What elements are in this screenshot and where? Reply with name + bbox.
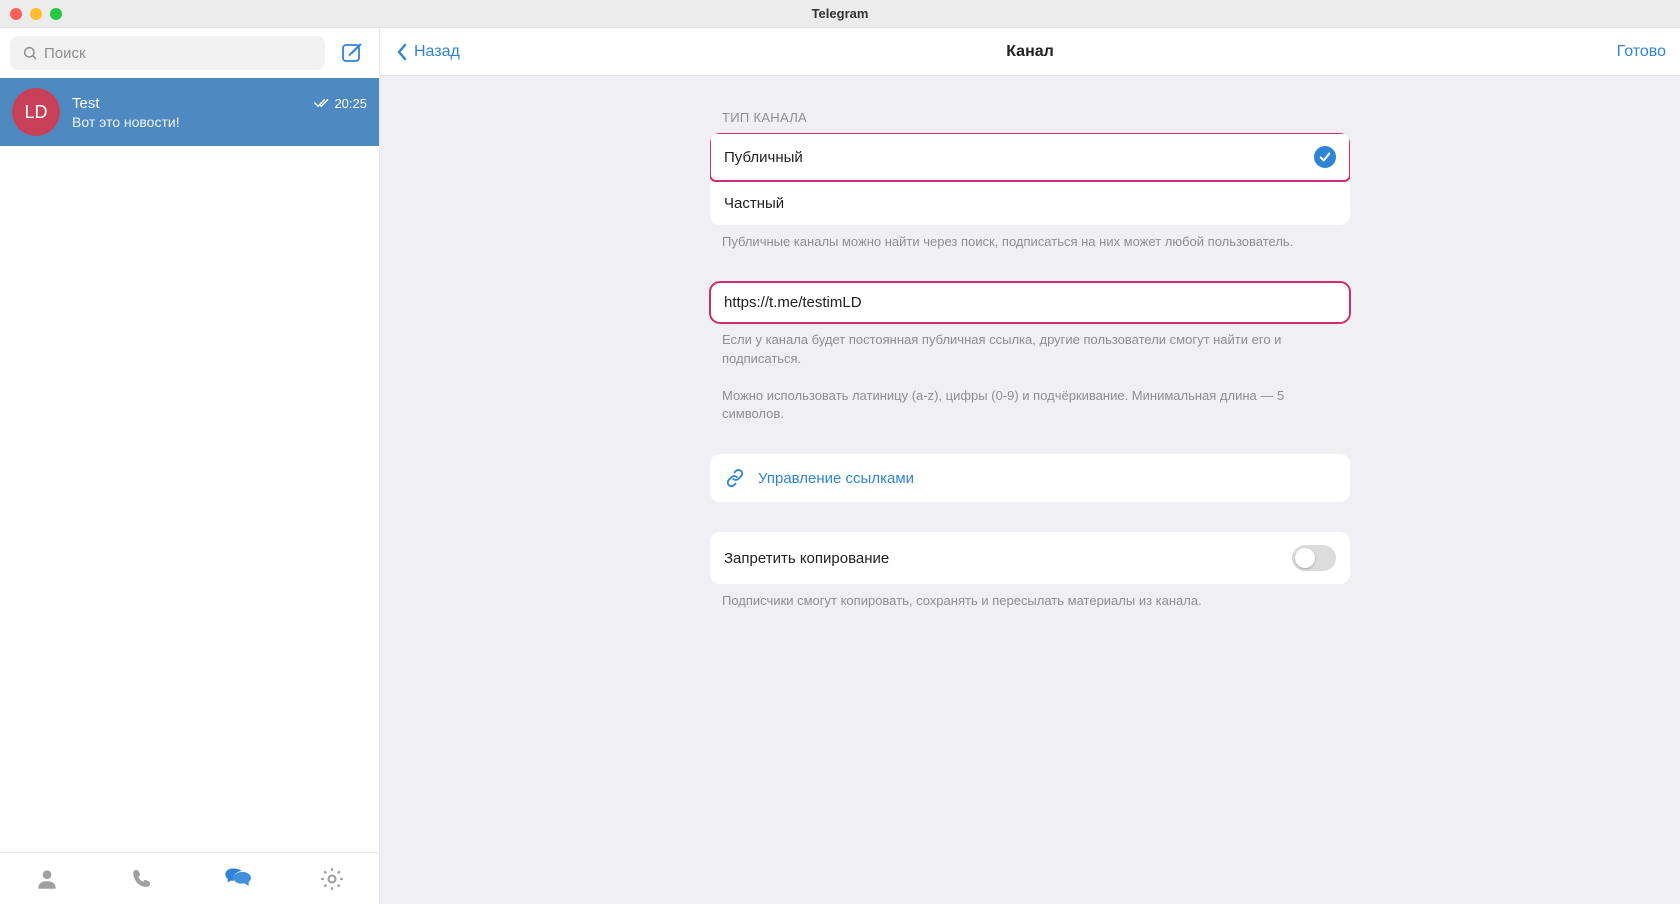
chat-body: Test 20:25 Вот это новости! (72, 95, 367, 130)
search-input[interactable] (44, 45, 313, 62)
option-public[interactable]: Публичный (710, 133, 1350, 181)
traffic-lights (0, 8, 62, 20)
close-window-button[interactable] (10, 8, 22, 20)
app-root: LD Test 20:25 Вот это новости! (0, 28, 1680, 904)
checkmark-icon (1314, 146, 1336, 168)
back-button[interactable]: Назад (394, 42, 460, 62)
done-button[interactable]: Готово (1617, 43, 1666, 61)
restrict-copy-hint: Подписчики смогут копировать, сохранять … (710, 584, 1350, 611)
phone-icon (130, 867, 154, 891)
compose-button[interactable] (335, 36, 369, 70)
tab-contacts[interactable] (27, 859, 67, 899)
public-link-hint-2: Можно использовать латиницу (a-z), цифры… (710, 379, 1350, 425)
link-icon (724, 467, 746, 489)
sidebar-top (0, 28, 379, 78)
main-panel: Назад Канал Готово ТИП КАНАЛА Публичный … (380, 28, 1680, 904)
channel-type-card: Публичный Частный (710, 133, 1350, 225)
search-icon (22, 45, 38, 61)
read-checkmarks-icon (314, 97, 330, 109)
restrict-copy-card: Запретить копирование (710, 532, 1350, 584)
tab-chats[interactable] (217, 859, 257, 899)
restrict-copy-label: Запретить копирование (724, 550, 889, 567)
public-link-input[interactable] (710, 282, 1350, 323)
tab-settings[interactable] (312, 859, 352, 899)
chat-name: Test (72, 95, 314, 112)
channel-type-hint: Публичные каналы можно найти через поиск… (710, 225, 1350, 252)
chat-time-text: 20:25 (334, 96, 367, 111)
back-label: Назад (414, 43, 460, 61)
option-private-label: Частный (724, 195, 784, 212)
option-public-label: Публичный (724, 149, 803, 166)
chats-icon (223, 865, 251, 893)
gear-icon (319, 866, 345, 892)
sidebar-bottom-tabs (0, 852, 379, 904)
main-header: Назад Канал Готово (380, 28, 1680, 76)
window-title: Telegram (812, 6, 869, 21)
minimize-window-button[interactable] (30, 8, 42, 20)
chat-list: LD Test 20:25 Вот это новости! (0, 78, 379, 852)
compose-icon (340, 41, 364, 65)
chevron-left-icon (394, 42, 410, 62)
chat-preview: Вот это новости! (72, 114, 367, 130)
window-titlebar: Telegram (0, 0, 1680, 28)
content-scroll[interactable]: ТИП КАНАЛА Публичный Частный Публичные к… (380, 76, 1680, 904)
channel-type-label: ТИП КАНАЛА (710, 110, 1350, 133)
option-private[interactable]: Частный (710, 181, 1350, 225)
person-icon (34, 866, 60, 892)
manage-links-button[interactable]: Управление ссылками (710, 454, 1350, 502)
page-title: Канал (1006, 43, 1054, 61)
content-inner: ТИП КАНАЛА Публичный Частный Публичные к… (710, 76, 1350, 904)
avatar: LD (12, 88, 60, 136)
chat-time: 20:25 (314, 96, 367, 111)
tab-calls[interactable] (122, 859, 162, 899)
sidebar: LD Test 20:25 Вот это новости! (0, 28, 380, 904)
maximize-window-button[interactable] (50, 8, 62, 20)
search-field-wrap[interactable] (10, 36, 325, 70)
manage-links-label: Управление ссылками (758, 470, 914, 487)
restrict-copy-toggle[interactable] (1292, 545, 1336, 571)
manage-links-card: Управление ссылками (710, 454, 1350, 502)
restrict-copy-row: Запретить копирование (710, 532, 1350, 584)
chat-item[interactable]: LD Test 20:25 Вот это новости! (0, 78, 379, 146)
public-link-hint-1: Если у канала будет постоянная публичная… (710, 323, 1350, 369)
public-link-card (710, 282, 1350, 323)
